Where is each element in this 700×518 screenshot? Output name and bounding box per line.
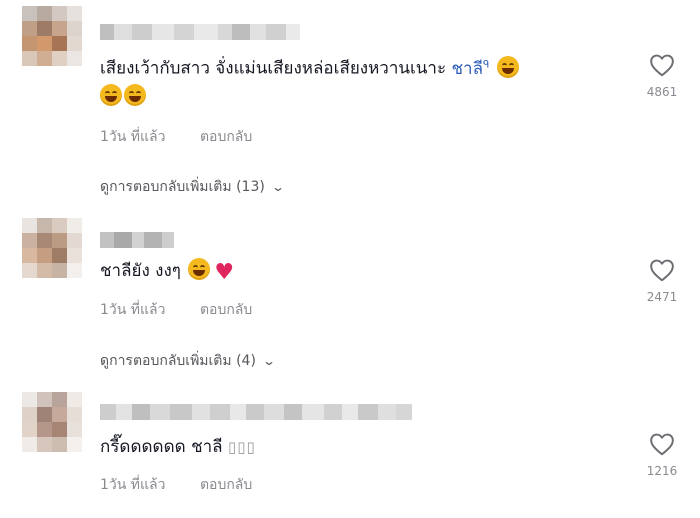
like-button[interactable]: 1216 — [640, 432, 684, 478]
heart-outline-icon[interactable] — [649, 432, 675, 456]
reply-button[interactable]: ตอบกลับ — [200, 129, 252, 145]
like-button[interactable]: 4861 — [640, 53, 684, 99]
comment-body: ชาลียัง งงๆ — [100, 261, 181, 281]
avatar[interactable] — [22, 6, 82, 66]
avatar[interactable] — [22, 218, 82, 278]
username-blurred[interactable] — [100, 24, 300, 40]
avatar[interactable] — [22, 392, 82, 452]
timestamp: 1วัน ที่แล้ว — [100, 129, 166, 145]
username-blurred[interactable] — [100, 404, 412, 420]
comment-meta: 1วัน ที่แล้ว ตอบกลับ — [100, 299, 252, 321]
comment-text-line2 — [100, 80, 146, 114]
like-count: 4861 — [646, 85, 678, 99]
mention-name[interactable]: ชาลี — [452, 59, 484, 79]
timestamp: 1วัน ที่แล้ว — [100, 477, 166, 493]
comment-meta: 1วัน ที่แล้ว ตอบกลับ — [100, 126, 252, 148]
chevron-down-icon[interactable]: ⌄ — [262, 354, 276, 368]
rolling-laughing-emoji — [100, 84, 122, 106]
heart-outline-icon[interactable] — [649, 53, 675, 77]
chevron-down-icon[interactable]: ⌄ — [271, 180, 285, 194]
grinning-squint-emoji — [188, 258, 211, 280]
red-heart-emoji: ♥ — [214, 260, 235, 285]
comment-body: เสียงเว้ากับสาว จั่งแม่นเสียงหล่อเสียงหว… — [100, 58, 447, 79]
username-blurred[interactable] — [100, 232, 174, 248]
mention-link[interactable]: ชาลีᑫ — [452, 59, 490, 79]
comment-body: กรี๊ดดดดดด ชาลี — [100, 437, 223, 457]
comment-meta: 1วัน ที่แล้ว ตอบกลับ — [100, 474, 252, 496]
heart-outline-icon[interactable] — [649, 258, 675, 282]
rolling-laughing-emoji — [124, 84, 146, 106]
view-more-replies[interactable]: ดูการตอบกลับเพิ่มเติม (4) ⌄ — [100, 350, 276, 372]
comment-text: กรี๊ดดดดดด ชาลี ▯▯▯ — [100, 430, 256, 464]
reply-button[interactable]: ตอบกลับ — [200, 477, 252, 493]
timestamp: 1วัน ที่แล้ว — [100, 302, 166, 318]
reply-button[interactable]: ตอบกลับ — [200, 302, 252, 318]
rolling-laughing-emoji — [496, 55, 519, 78]
comment-text: ชาลียัง งงๆ ♥ — [100, 254, 234, 290]
like-count: 1216 — [646, 464, 678, 478]
like-button[interactable]: 2471 — [640, 258, 684, 304]
view-more-replies[interactable]: ดูการตอบกลับเพิ่มเติม (13) ⌄ — [100, 176, 285, 198]
unsupported-emoji-glyphs: ▯▯▯ — [227, 438, 256, 456]
comment-text: เสียงเว้ากับสาว จั่งแม่นเสียงหล่อเสียงหว… — [100, 48, 519, 86]
view-more-replies-label[interactable]: ดูการตอบกลับเพิ่มเติม (4) — [100, 353, 256, 369]
like-count: 2471 — [646, 290, 678, 304]
mention-badge: ᑫ — [483, 59, 490, 70]
view-more-replies-label[interactable]: ดูการตอบกลับเพิ่มเติม (13) — [100, 179, 265, 195]
